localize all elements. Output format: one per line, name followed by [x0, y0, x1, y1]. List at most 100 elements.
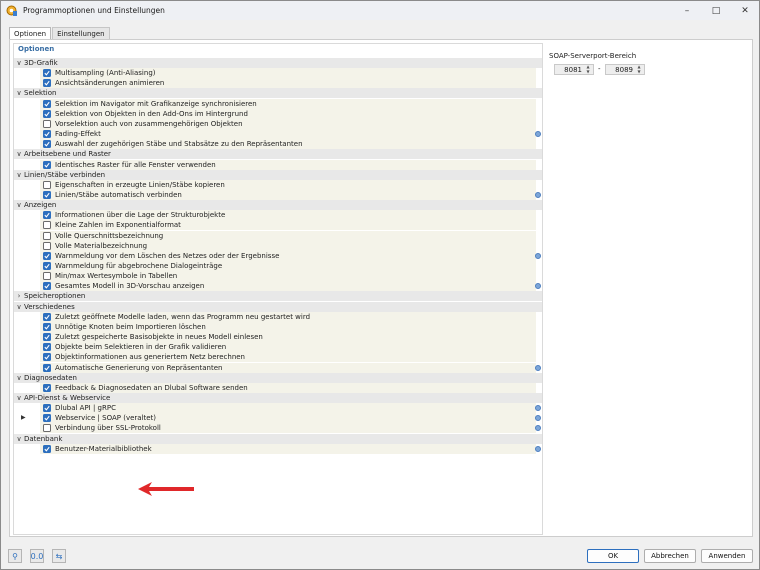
checkbox-checked[interactable] [43, 363, 51, 372]
apply-button[interactable]: Anwenden [701, 549, 753, 563]
option-row: Ansichtsänderungen animieren [14, 78, 542, 89]
checkbox-checked[interactable] [43, 343, 51, 352]
section-label: Verschiedenes [24, 302, 75, 311]
option-row: Zuletzt gespeicherte Basisobjekte in neu… [14, 332, 542, 343]
option-label: Informationen über die Lage der Struktur… [55, 211, 226, 220]
checkbox-checked[interactable] [43, 414, 51, 423]
chevron-down-icon[interactable]: ∨ [14, 302, 24, 312]
section-label: Linien/Stäbe verbinden [24, 170, 106, 179]
checkbox-checked[interactable] [43, 130, 51, 139]
section-header[interactable]: ∨ Linien/Stäbe verbinden [14, 169, 542, 180]
search-icon[interactable]: ⚲ [8, 549, 22, 563]
spinner-arrows-icon[interactable]: ▲ ▼ [635, 64, 643, 74]
minimize-icon[interactable]: – [673, 1, 701, 20]
chevron-down-icon[interactable]: ∨ [14, 200, 24, 210]
checkbox-checked[interactable] [43, 383, 51, 392]
checkbox-checked[interactable] [43, 109, 51, 118]
maximize-icon[interactable]: □ [702, 1, 730, 20]
option-row: Automatische Generierung von Repräsentan… [14, 362, 542, 373]
cancel-button[interactable]: Abbrechen [644, 549, 696, 563]
option-row: Benutzer-Materialbibliothek [14, 443, 542, 454]
chevron-down-icon[interactable]: ∨ [14, 373, 24, 383]
checkbox-unchecked[interactable] [43, 272, 51, 281]
port-to-spinner[interactable]: 8089 ▲ ▼ [605, 64, 645, 75]
option-label: Gesamtes Modell in 3D-Vorschau anzeigen [55, 282, 205, 291]
checkbox-checked[interactable] [43, 353, 51, 362]
section-header[interactable]: ∨ Diagnosedaten [14, 372, 542, 383]
checkbox-unchecked[interactable] [43, 231, 51, 240]
info-icon[interactable] [535, 445, 541, 452]
chevron-down-icon[interactable]: ∨ [14, 434, 24, 444]
port-from-value: 8081 [564, 65, 582, 74]
checkbox-unchecked[interactable] [43, 424, 51, 433]
section-label: Arbeitsebene und Raster [24, 150, 111, 159]
ok-button[interactable]: OK [587, 549, 639, 563]
option-row: Objektinformationen aus generiertem Netz… [14, 352, 542, 363]
spinner-arrows-icon[interactable]: ▲ ▼ [584, 64, 592, 74]
info-icon[interactable] [535, 405, 541, 412]
checkbox-checked[interactable] [43, 251, 51, 260]
option-row: ▶ Webservice | SOAP (veraltet) [14, 413, 542, 424]
option-row: Gesamtes Modell in 3D-Vorschau anzeigen [14, 281, 542, 292]
option-label: Objektinformationen aus generiertem Netz… [55, 353, 245, 362]
section-header[interactable]: ∨ Datenbank [14, 433, 542, 444]
number-format-icon[interactable]: 0.0 [30, 549, 44, 563]
checkbox-checked[interactable] [43, 99, 51, 108]
checkbox-unchecked[interactable] [43, 241, 51, 250]
option-label: Warnmeldung für abgebrochene Dialogeintr… [55, 262, 223, 270]
info-icon[interactable] [535, 283, 541, 290]
checkbox-unchecked[interactable] [43, 221, 51, 230]
info-icon[interactable] [535, 131, 541, 138]
section-header[interactable]: ∨ Selektion [14, 88, 542, 99]
checkbox-checked[interactable] [43, 404, 51, 413]
option-label: Identisches Raster für alle Fenster verw… [55, 160, 216, 169]
chevron-down-icon[interactable]: ∨ [14, 170, 24, 180]
checkbox-unchecked[interactable] [43, 119, 51, 128]
info-icon[interactable] [535, 415, 541, 422]
section-label: Speicheroptionen [24, 292, 86, 301]
section-header[interactable]: ∨ 3D-Grafik [14, 58, 542, 68]
checkbox-checked[interactable] [43, 69, 51, 78]
checkbox-checked[interactable] [43, 322, 51, 331]
tab-einstellungen[interactable]: Einstellungen [52, 27, 110, 39]
section-header[interactable]: ∨ Verschiedenes [14, 301, 542, 312]
options-header: Optionen [18, 45, 55, 53]
checkbox-checked[interactable] [43, 140, 51, 149]
checkbox-checked[interactable] [43, 160, 51, 169]
section-header[interactable]: › Speicheroptionen [14, 291, 542, 302]
info-icon[interactable] [535, 425, 541, 432]
chevron-down-icon[interactable]: ∨ [14, 393, 24, 403]
checkbox-checked[interactable] [43, 79, 51, 88]
chevron-right-icon[interactable]: › [14, 291, 24, 301]
checkbox-checked[interactable] [43, 333, 51, 342]
section-header[interactable]: ∨ API-Dienst & Webservice [14, 392, 542, 403]
options-tree: Optionen ∨ 3D-Grafik Multisampling (Anti-A… [13, 43, 543, 535]
option-row: Vorselektion auch von zusammengehörigen … [14, 118, 542, 129]
chevron-down-icon[interactable]: ∨ [14, 149, 24, 159]
app-gear-icon [5, 4, 18, 17]
title-bar: Programmoptionen und Einstellungen – □ ✕ [1, 1, 759, 20]
option-label: Linien/Stäbe automatisch verbinden [55, 190, 182, 199]
option-row: Auswahl der zugehörigen Stäbe und Stabsä… [14, 139, 542, 150]
section-header[interactable]: ∨ Arbeitsebene und Raster [14, 149, 542, 160]
option-row: Dlubal API | gRPC [14, 403, 542, 414]
chevron-down-icon[interactable]: ∨ [14, 88, 24, 98]
checkbox-checked[interactable] [43, 282, 51, 291]
info-icon[interactable] [535, 364, 541, 371]
close-icon[interactable]: ✕ [731, 1, 759, 20]
checkbox-checked[interactable] [43, 262, 51, 270]
checkbox-checked[interactable] [43, 444, 51, 453]
option-label: Zuletzt geöffnete Modelle laden, wenn da… [55, 312, 311, 321]
import-export-icon[interactable]: ⇆ [52, 549, 66, 563]
chevron-down-icon[interactable]: ∨ [14, 58, 24, 68]
checkbox-checked[interactable] [43, 211, 51, 220]
info-icon[interactable] [535, 191, 541, 198]
section-header[interactable]: ∨ Anzeigen [14, 200, 542, 211]
checkbox-unchecked[interactable] [43, 180, 51, 189]
checkbox-checked[interactable] [43, 312, 51, 321]
checkbox-checked[interactable] [43, 190, 51, 199]
window-title: Programmoptionen und Einstellungen [23, 6, 165, 15]
port-from-spinner[interactable]: 8081 ▲ ▼ [554, 64, 594, 75]
option-label: Min/max Wertesymbole in Tabellen [55, 272, 178, 281]
info-icon[interactable] [535, 252, 541, 259]
